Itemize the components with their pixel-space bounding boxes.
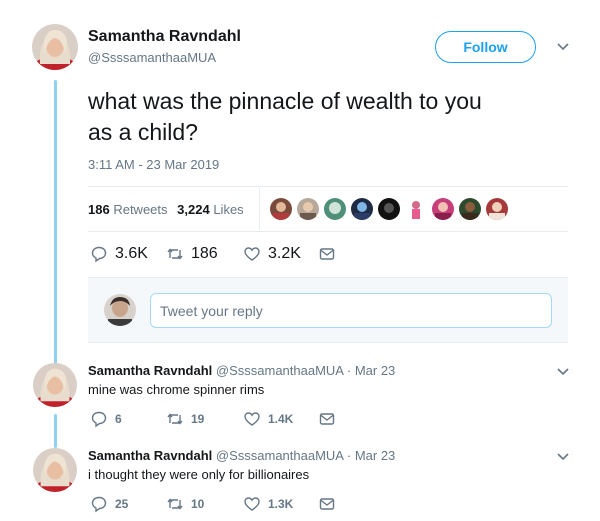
liker-avatar[interactable] — [324, 198, 346, 220]
follow-button[interactable]: Follow — [435, 31, 536, 63]
direct-message-button[interactable] — [318, 495, 336, 513]
direct-message-button[interactable] — [318, 410, 336, 428]
tweet-timestamp[interactable]: 3:11 AM - 23 Mar 2019 — [88, 157, 219, 172]
direct-message-button[interactable] — [318, 245, 336, 263]
like-button[interactable]: 1.4K — [243, 410, 293, 428]
reply-button[interactable]: 6 — [90, 410, 122, 428]
author-name[interactable]: Samantha Ravndahl — [88, 363, 212, 378]
author-name[interactable]: Samantha Ravndahl — [88, 28, 241, 46]
liker-avatar[interactable] — [459, 198, 481, 220]
reply-header: Samantha Ravndahl @SsssamanthaaMUA · Mar… — [88, 448, 395, 463]
chevron-down-icon[interactable] — [556, 367, 570, 377]
reply-icon — [91, 496, 107, 513]
reply-count: 6 — [115, 412, 122, 426]
author-avatar[interactable] — [32, 24, 78, 70]
like-count: 1.3K — [268, 497, 294, 511]
likes-label[interactable]: Likes — [213, 202, 243, 217]
retweet-count: 19 — [191, 412, 205, 426]
reply-icon — [91, 411, 107, 428]
reply-date[interactable]: · Mar 23 — [347, 448, 395, 463]
liker-avatar[interactable] — [270, 198, 292, 220]
retweets-count[interactable]: 186 — [88, 202, 110, 217]
likes-count[interactable]: 3,224 — [177, 202, 210, 217]
divider — [88, 231, 568, 232]
reply-count: 3.6K — [115, 245, 148, 262]
like-count: 3.2K — [268, 245, 301, 262]
retweet-button[interactable]: 186 — [166, 245, 218, 263]
liker-avatar[interactable] — [432, 198, 454, 220]
like-count: 1.4K — [268, 412, 294, 426]
liker-avatar[interactable] — [486, 198, 508, 220]
tweet-text: what was the pinnacle of wealth to you a… — [88, 88, 482, 145]
reply-icon — [91, 246, 107, 263]
envelope-icon — [319, 498, 335, 510]
chevron-down-icon[interactable] — [556, 42, 570, 52]
current-user-avatar[interactable] — [104, 294, 136, 326]
chevron-down-icon[interactable] — [556, 452, 570, 462]
retweet-icon — [167, 248, 183, 260]
liker-avatar[interactable] — [351, 198, 373, 220]
retweet-icon — [167, 498, 183, 510]
liker-avatar[interactable] — [378, 198, 400, 220]
author-handle[interactable]: @SsssamanthaaMUA — [216, 363, 343, 378]
liker-avatar[interactable] — [405, 198, 427, 220]
retweet-icon — [167, 413, 183, 425]
like-button[interactable]: 3.2K — [243, 245, 301, 263]
reply-header: Samantha Ravndahl @SsssamanthaaMUA · Mar… — [88, 363, 395, 378]
liker-avatar[interactable] — [297, 198, 319, 220]
thread-connector-line — [54, 414, 57, 448]
tweet-stats: 186 Retweets 3,224 Likes — [88, 202, 244, 217]
like-button[interactable]: 1.3K — [243, 495, 293, 513]
reply-input[interactable]: Tweet your reply — [150, 293, 552, 328]
divider — [259, 188, 260, 230]
retweet-button[interactable]: 19 — [166, 410, 204, 428]
divider — [88, 186, 568, 187]
reply-date[interactable]: · Mar 23 — [347, 363, 395, 378]
reply-text: mine was chrome spinner rims — [88, 382, 265, 397]
reply-count: 25 — [115, 497, 129, 511]
author-avatar[interactable] — [33, 363, 77, 407]
author-handle[interactable]: @SsssamanthaaMUA — [216, 448, 343, 463]
author-handle[interactable]: @SsssamanthaaMUA — [88, 50, 216, 65]
retweet-button[interactable]: 10 — [166, 495, 204, 513]
author-name[interactable]: Samantha Ravndahl — [88, 448, 212, 463]
heart-icon — [244, 497, 260, 511]
retweet-count: 10 — [191, 497, 205, 511]
thread-connector-line — [54, 80, 57, 380]
reply-button[interactable]: 3.6K — [90, 245, 148, 263]
envelope-icon — [319, 248, 335, 260]
envelope-icon — [319, 413, 335, 425]
retweets-label[interactable]: Retweets — [113, 202, 167, 217]
retweet-count: 186 — [191, 245, 218, 262]
author-avatar[interactable] — [33, 448, 77, 492]
reply-text: i thought they were only for billionaire… — [88, 467, 310, 482]
heart-icon — [244, 412, 260, 426]
reply-button[interactable]: 25 — [90, 495, 128, 513]
heart-icon — [244, 247, 260, 261]
